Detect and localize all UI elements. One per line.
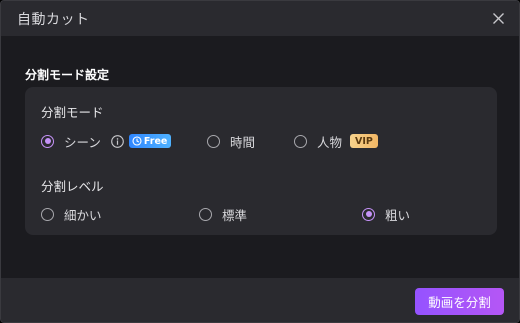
radio-selected[interactable]: [41, 134, 54, 148]
free-badge: Free: [128, 134, 172, 148]
settings-card: 分割モード シーン Free 時間 人物 VIP 分割レベル 細かい 標準 粗い: [25, 87, 497, 235]
split-level-option-coarse[interactable]: 粗い: [362, 205, 410, 223]
split-mode-option-time[interactable]: 時間: [207, 132, 255, 150]
radio-unselected[interactable]: [207, 134, 220, 148]
option-label: 時間: [230, 134, 256, 150]
option-label: 標準: [222, 207, 248, 223]
option-label: 粗い: [385, 207, 411, 223]
vip-badge: VIP: [350, 134, 378, 148]
dialog-body: 分割モード設定 分割モード シーン Free 時間 人物 VIP 分割レベル 細…: [1, 36, 519, 278]
dialog-footer: 動画を分割: [1, 278, 519, 322]
radio-unselected[interactable]: [294, 134, 307, 148]
option-label: 人物: [317, 134, 343, 150]
titlebar: 自動カット: [1, 1, 519, 36]
auto-cut-dialog: 自動カット 分割モード設定 分割モード シーン Free 時間 人物 VIP 分…: [0, 0, 520, 323]
option-label: 細かい: [64, 207, 102, 223]
clock-icon: [132, 136, 142, 146]
radio-selected[interactable]: [362, 207, 375, 221]
radio-unselected[interactable]: [41, 207, 54, 221]
option-label: シーン: [64, 134, 101, 150]
split-mode-option-person[interactable]: 人物 VIP: [294, 132, 378, 150]
split-mode-option-scene[interactable]: シーン Free: [41, 132, 172, 150]
split-mode-label: 分割モード: [41, 105, 104, 120]
split-video-button[interactable]: 動画を分割: [415, 288, 504, 315]
free-badge-text: Free: [143, 135, 168, 147]
info-icon[interactable]: [111, 134, 124, 148]
close-icon[interactable]: [492, 12, 505, 25]
dialog-title: 自動カット: [17, 12, 90, 28]
section-heading: 分割モード設定: [25, 68, 110, 82]
split-level-option-standard[interactable]: 標準: [199, 205, 247, 223]
split-level-option-fine[interactable]: 細かい: [41, 205, 102, 223]
split-level-label: 分割レベル: [41, 179, 104, 194]
radio-unselected[interactable]: [199, 207, 212, 221]
